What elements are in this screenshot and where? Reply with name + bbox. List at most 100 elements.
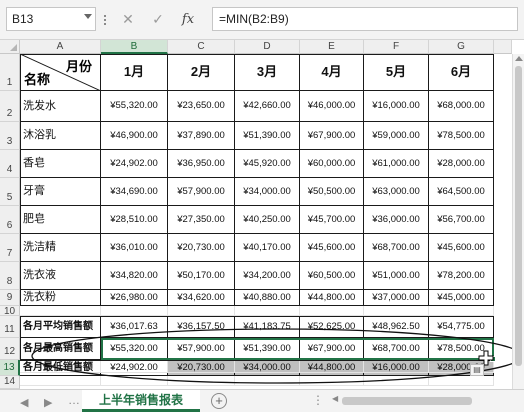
- sales-value-cell[interactable]: ¥44,800.00: [300, 290, 364, 306]
- sales-value-cell[interactable]: ¥45,920.00: [235, 150, 300, 178]
- summary-value-cell[interactable]: ¥67,900.00: [300, 338, 364, 360]
- sales-value-cell[interactable]: ¥42,660.00: [235, 91, 300, 122]
- sales-value-cell[interactable]: ¥45,600.00: [300, 234, 364, 262]
- summary-label-cell[interactable]: 各月平均销售额: [20, 316, 101, 338]
- sales-value-cell[interactable]: ¥51,390.00: [235, 122, 300, 150]
- add-sheet-icon[interactable]: +: [211, 393, 227, 409]
- horizontal-scroll-thumb[interactable]: [342, 397, 472, 405]
- prev-sheet-icon[interactable]: ◀: [20, 396, 28, 409]
- row-header-9[interactable]: 9: [0, 290, 20, 306]
- cancel-icon[interactable]: ✕: [116, 11, 140, 28]
- sales-value-cell[interactable]: ¥28,510.00: [101, 206, 168, 234]
- sales-value-cell[interactable]: ¥57,900.00: [168, 178, 235, 206]
- chevron-down-icon[interactable]: [84, 14, 92, 19]
- sales-value-cell[interactable]: ¥45,600.00: [429, 234, 494, 262]
- product-name-cell[interactable]: 洗衣液: [20, 262, 101, 290]
- empty-cell[interactable]: [20, 306, 101, 316]
- column-header-e[interactable]: E: [300, 40, 364, 54]
- month-header-cell[interactable]: 3月: [235, 54, 300, 91]
- sales-value-cell[interactable]: ¥78,200.00: [429, 262, 494, 290]
- summary-value-cell[interactable]: ¥57,900.00: [168, 338, 235, 360]
- empty-cell[interactable]: [235, 376, 300, 386]
- month-header-cell[interactable]: 2月: [168, 54, 235, 91]
- sales-value-cell[interactable]: ¥60,000.00: [300, 150, 364, 178]
- empty-cell[interactable]: [101, 306, 168, 316]
- column-header-g[interactable]: G: [429, 40, 494, 54]
- row-header-13[interactable]: 13: [0, 360, 20, 376]
- sales-value-cell[interactable]: ¥28,000.00: [429, 150, 494, 178]
- empty-cell[interactable]: [300, 306, 364, 316]
- sales-value-cell[interactable]: ¥24,902.00: [101, 150, 168, 178]
- sales-value-cell[interactable]: ¥37,890.00: [168, 122, 235, 150]
- column-header-c[interactable]: C: [168, 40, 235, 54]
- empty-cell[interactable]: [20, 376, 101, 386]
- sales-value-cell[interactable]: ¥23,650.00: [168, 91, 235, 122]
- summary-value-cell[interactable]: ¥55,320.00: [101, 338, 168, 360]
- empty-cell[interactable]: [101, 360, 168, 373]
- sales-value-cell[interactable]: ¥16,000.00: [364, 91, 429, 122]
- horizontal-scrollbar[interactable]: ◀: [330, 394, 520, 407]
- product-name-cell[interactable]: 洗洁精: [20, 234, 101, 262]
- name-box[interactable]: B13: [6, 7, 96, 31]
- row-header-12[interactable]: 12: [0, 338, 20, 360]
- empty-cell[interactable]: [168, 306, 235, 316]
- sales-value-cell[interactable]: ¥34,200.00: [235, 262, 300, 290]
- summary-value-cell[interactable]: ¥51,390.00: [235, 338, 300, 360]
- month-header-cell[interactable]: 6月: [429, 54, 494, 91]
- quick-analysis-icon[interactable]: ▤: [470, 364, 484, 376]
- summary-value-cell[interactable]: ¥68,700.00: [364, 338, 429, 360]
- empty-cell[interactable]: [168, 376, 235, 386]
- product-name-cell[interactable]: 香皂: [20, 150, 101, 178]
- row-header-7[interactable]: 7: [0, 234, 20, 262]
- empty-cell[interactable]: [429, 376, 494, 386]
- sales-value-cell[interactable]: ¥64,500.00: [429, 178, 494, 206]
- sales-value-cell[interactable]: ¥46,000.00: [300, 91, 364, 122]
- row-header-14[interactable]: 14: [0, 376, 20, 389]
- empty-cell[interactable]: [364, 376, 429, 386]
- sales-value-cell[interactable]: ¥40,880.00: [235, 290, 300, 306]
- column-header-extra[interactable]: [494, 40, 512, 54]
- row-header-4[interactable]: 4: [0, 150, 20, 178]
- sales-value-cell[interactable]: ¥45,000.00: [429, 290, 494, 306]
- summary-value-cell[interactable]: ¥41,183.75: [235, 316, 300, 338]
- sales-value-cell[interactable]: ¥63,000.00: [364, 178, 429, 206]
- scroll-left-icon[interactable]: ◀: [332, 394, 338, 403]
- row-header-10[interactable]: 10: [0, 306, 20, 317]
- empty-cell[interactable]: [300, 360, 364, 373]
- sales-value-cell[interactable]: ¥26,980.00: [101, 290, 168, 306]
- product-name-cell[interactable]: 沐浴乳: [20, 122, 101, 150]
- sales-value-cell[interactable]: ¥27,350.00: [168, 206, 235, 234]
- empty-cell[interactable]: [235, 306, 300, 316]
- sales-value-cell[interactable]: ¥36,950.00: [168, 150, 235, 178]
- empty-cell[interactable]: [20, 360, 101, 373]
- tab-splitter-icon[interactable]: ⋮: [312, 393, 324, 407]
- row-header-8[interactable]: 8: [0, 262, 20, 290]
- empty-cell[interactable]: [101, 376, 168, 386]
- column-header-f[interactable]: F: [364, 40, 429, 54]
- summary-value-cell[interactable]: ¥54,775.00: [429, 316, 494, 338]
- row-header-2[interactable]: 2: [0, 91, 20, 122]
- sales-value-cell[interactable]: ¥45,700.00: [300, 206, 364, 234]
- select-all-corner[interactable]: [0, 40, 20, 54]
- sales-value-cell[interactable]: ¥78,500.00: [429, 122, 494, 150]
- sales-value-cell[interactable]: ¥40,250.00: [235, 206, 300, 234]
- formula-input[interactable]: =MIN(B2:B9): [212, 7, 518, 31]
- sales-value-cell[interactable]: ¥36,010.00: [101, 234, 168, 262]
- sales-value-cell[interactable]: ¥51,000.00: [364, 262, 429, 290]
- summary-value-cell[interactable]: ¥36,017.63: [101, 316, 168, 338]
- header-diagonal-cell[interactable]: 月份 名称: [20, 54, 101, 91]
- empty-cell[interactable]: [364, 306, 429, 316]
- sales-value-cell[interactable]: ¥67,900.00: [300, 122, 364, 150]
- month-header-cell[interactable]: 4月: [300, 54, 364, 91]
- empty-cell[interactable]: [168, 360, 235, 373]
- empty-cell[interactable]: [429, 306, 494, 316]
- sales-value-cell[interactable]: ¥50,500.00: [300, 178, 364, 206]
- product-name-cell[interactable]: 肥皂: [20, 206, 101, 234]
- sales-value-cell[interactable]: ¥68,000.00: [429, 91, 494, 122]
- summary-value-cell[interactable]: ¥36,157.50: [168, 316, 235, 338]
- sales-value-cell[interactable]: ¥59,000.00: [364, 122, 429, 150]
- tab-sheet-sales-report[interactable]: 上半年销售报表: [82, 390, 200, 412]
- sales-value-cell[interactable]: ¥68,700.00: [364, 234, 429, 262]
- empty-cell[interactable]: [364, 360, 429, 373]
- enter-icon[interactable]: ✓: [146, 11, 170, 28]
